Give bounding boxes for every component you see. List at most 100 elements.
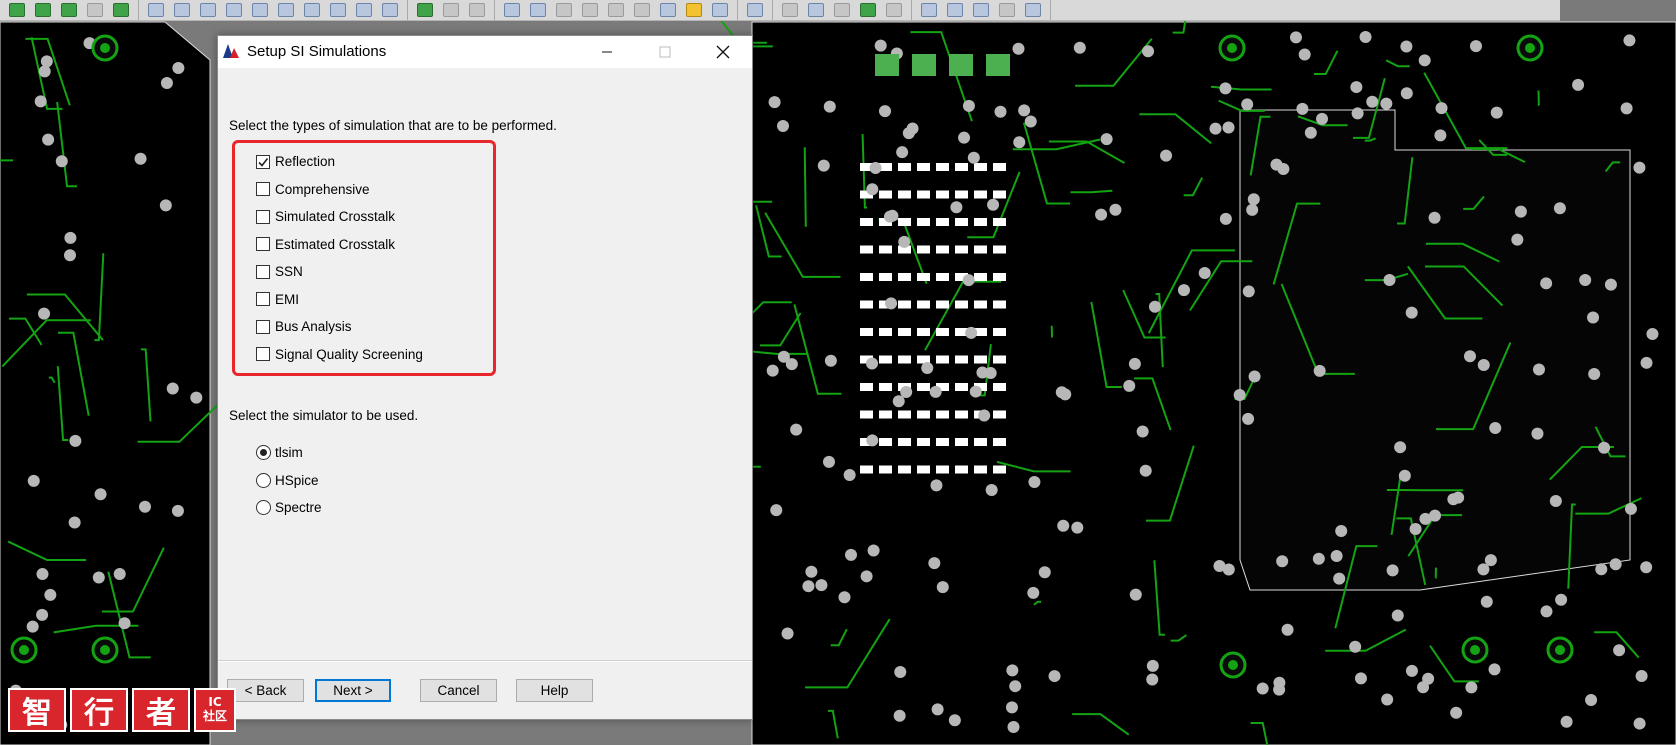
simulation-type-option[interactable]: EMI: [256, 292, 299, 307]
pcb-via: [866, 357, 879, 370]
pcb-via: [1354, 672, 1367, 685]
checkbox[interactable]: [256, 182, 270, 196]
checkbox[interactable]: [256, 347, 270, 361]
pcb-via: [823, 100, 836, 113]
checkbox[interactable]: [256, 209, 270, 224]
checkbox[interactable]: [256, 292, 270, 306]
pcb-via: [929, 385, 942, 398]
cancel-button[interactable]: Cancel: [420, 679, 497, 702]
pcb-via: [1359, 31, 1372, 44]
simulation-type-option[interactable]: SSN: [256, 264, 303, 279]
shape-icon[interactable]: [252, 3, 268, 17]
radio-button[interactable]: [256, 445, 271, 460]
checklist-icon[interactable]: [860, 3, 876, 17]
pcb-via: [805, 565, 818, 578]
checkbox[interactable]: [256, 237, 270, 251]
simulation-type-option[interactable]: Reflection: [256, 154, 335, 169]
simulation-type-option[interactable]: Signal Quality Screening: [256, 347, 423, 362]
layer-icon[interactable]: [35, 3, 51, 17]
simulator-option[interactable]: tlsim: [256, 445, 303, 460]
minimize-button[interactable]: [578, 36, 636, 68]
redo-icon[interactable]: [113, 3, 129, 17]
bga-pad: [917, 190, 930, 199]
checkbox[interactable]: [256, 154, 270, 169]
checkbox-label: Bus Analysis: [275, 319, 352, 334]
move-icon[interactable]: [330, 3, 346, 17]
help-button[interactable]: Help: [516, 679, 593, 702]
pcb-via: [843, 468, 856, 481]
pcb-via: [845, 548, 858, 561]
fanout-icon[interactable]: [747, 3, 763, 17]
close-window-icon[interactable]: [999, 3, 1015, 17]
pcb-via: [1276, 555, 1289, 568]
book-icon[interactable]: [808, 3, 824, 17]
wrench-icon[interactable]: [556, 3, 572, 17]
report-icon[interactable]: [782, 3, 798, 17]
database-icon[interactable]: [504, 3, 520, 17]
text-icon[interactable]: [226, 3, 242, 17]
pcb-via: [1635, 669, 1648, 682]
pcb-via: [885, 297, 898, 310]
route-icon[interactable]: [174, 3, 190, 17]
delete-icon[interactable]: [382, 3, 398, 17]
signal-icon[interactable]: [417, 3, 433, 17]
component-icon[interactable]: [530, 3, 546, 17]
pcb-via: [967, 151, 980, 164]
bga-pad: [993, 328, 1006, 336]
window-icon[interactable]: [921, 3, 937, 17]
measure-icon[interactable]: [278, 3, 294, 17]
simulation-type-option[interactable]: Bus Analysis: [256, 319, 352, 334]
toolbar-group-edit: [139, 0, 408, 20]
maximize-icon: [659, 46, 671, 58]
tile-icon[interactable]: [947, 3, 963, 17]
select-icon[interactable]: [148, 3, 164, 17]
lock-icon[interactable]: [686, 3, 702, 17]
help-icon[interactable]: [1025, 3, 1041, 17]
camera-icon[interactable]: [582, 3, 598, 17]
pcb-via: [1018, 104, 1031, 117]
dialog-titlebar[interactable]: Setup SI Simulations: [218, 36, 752, 68]
cascade-icon[interactable]: [973, 3, 989, 17]
pcb-via: [962, 99, 975, 112]
pcb-via: [1289, 31, 1302, 44]
simulation-type-option[interactable]: Comprehensive: [256, 182, 370, 197]
simulation-type-option[interactable]: Estimated Crosstalk: [256, 237, 395, 252]
radio-button[interactable]: [256, 500, 271, 515]
bga-pad: [898, 410, 911, 419]
pcb-via: [1219, 82, 1232, 95]
grid-icon[interactable]: [9, 3, 25, 17]
pcb-via: [64, 231, 77, 244]
bga-pad: [917, 328, 930, 336]
script-icon[interactable]: [834, 3, 850, 17]
pcb-via: [26, 620, 39, 633]
rotate-icon[interactable]: [356, 3, 372, 17]
chip-icon[interactable]: [660, 3, 676, 17]
link-icon[interactable]: [886, 3, 902, 17]
pin-icon[interactable]: [634, 3, 650, 17]
net-icon[interactable]: [469, 3, 485, 17]
simulator-option[interactable]: HSpice: [256, 472, 319, 488]
back-button[interactable]: < Back: [227, 679, 304, 702]
pcb-via: [965, 326, 978, 339]
simulator-option[interactable]: Spectre: [256, 500, 322, 515]
copy-icon[interactable]: [304, 3, 320, 17]
zoom-icon[interactable]: [61, 3, 77, 17]
pcb-via: [1233, 388, 1246, 401]
simulation-type-option[interactable]: Simulated Crosstalk: [256, 209, 395, 224]
pcb-via: [1609, 558, 1622, 571]
radio-button[interactable]: [256, 472, 271, 488]
via-icon[interactable]: [200, 3, 216, 17]
next-button[interactable]: Next >: [315, 679, 391, 702]
undo-icon[interactable]: [87, 3, 103, 17]
pcb-via: [1588, 368, 1601, 381]
bga-pad: [917, 383, 930, 391]
maximize-button[interactable]: [636, 36, 694, 68]
pcb-via: [766, 364, 779, 377]
close-button[interactable]: [694, 36, 752, 68]
checkbox[interactable]: [256, 264, 270, 279]
probe-icon[interactable]: [443, 3, 459, 17]
checkbox[interactable]: [256, 319, 270, 334]
array-icon[interactable]: [712, 3, 728, 17]
speaker-icon[interactable]: [608, 3, 624, 17]
simulator-prompt: Select the simulator to be used.: [229, 408, 419, 423]
